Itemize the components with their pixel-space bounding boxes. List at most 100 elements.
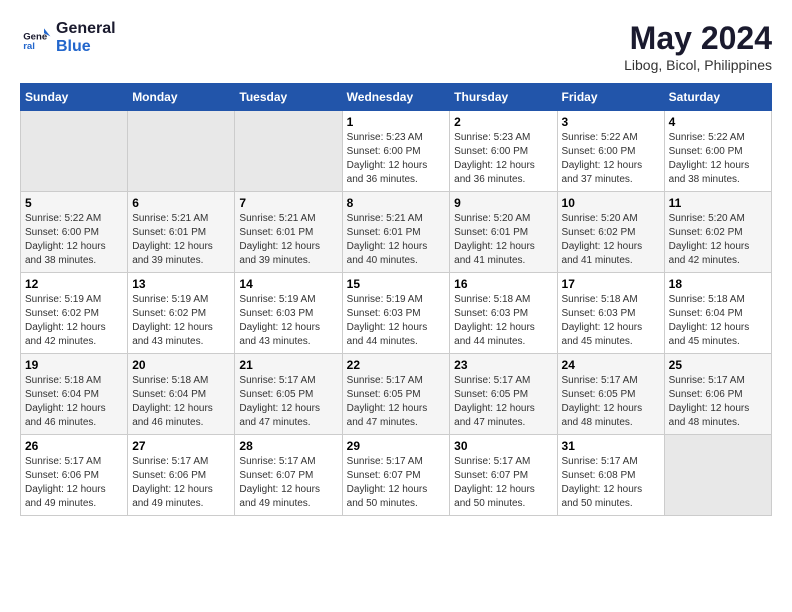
day-number: 25 bbox=[669, 358, 767, 372]
day-cell: 4 Sunrise: 5:22 AMSunset: 6:00 PMDaylight… bbox=[664, 111, 771, 192]
day-cell: 17 Sunrise: 5:18 AMSunset: 6:03 PMDayligh… bbox=[557, 273, 664, 354]
day-cell: 31 Sunrise: 5:17 AMSunset: 6:08 PMDayligh… bbox=[557, 435, 664, 516]
day-number: 20 bbox=[132, 358, 230, 372]
header-cell-tuesday: Tuesday bbox=[235, 84, 342, 111]
day-info: Sunrise: 5:19 AMSunset: 6:03 PMDaylight:… bbox=[239, 293, 337, 349]
header-cell-friday: Friday bbox=[557, 84, 664, 111]
day-cell: 20 Sunrise: 5:18 AMSunset: 6:04 PMDayligh… bbox=[128, 354, 235, 435]
calendar-table: SundayMondayTuesdayWednesdayThursdayFrid… bbox=[20, 83, 772, 516]
day-number: 13 bbox=[132, 277, 230, 291]
day-cell: 23Sunrise: 5:17 AMSunset: 6:05 PMDayligh… bbox=[450, 354, 557, 435]
day-cell: 5 Sunrise: 5:22 AMSunset: 6:00 PMDaylight… bbox=[21, 192, 128, 273]
week-row-0: 1 Sunrise: 5:23 AMSunset: 6:00 PMDaylight… bbox=[21, 111, 772, 192]
day-number: 29 bbox=[347, 439, 446, 453]
header-cell-sunday: Sunday bbox=[21, 84, 128, 111]
day-number: 5 bbox=[25, 196, 123, 210]
day-number: 23 bbox=[454, 358, 552, 372]
day-number: 3 bbox=[562, 115, 660, 129]
day-number: 21 bbox=[239, 358, 337, 372]
day-cell: 11 Sunrise: 5:20 AMSunset: 6:02 PMDayligh… bbox=[664, 192, 771, 273]
day-info: Sunrise: 5:23 AMSunset: 6:00 PMDaylight:… bbox=[347, 131, 446, 187]
title-block: May 2024 Libog, Bicol, Philippines bbox=[624, 20, 772, 73]
day-number: 18 bbox=[669, 277, 767, 291]
day-cell: 14 Sunrise: 5:19 AMSunset: 6:03 PMDayligh… bbox=[235, 273, 342, 354]
day-info: Sunrise: 5:21 AMSunset: 6:01 PMDaylight:… bbox=[239, 212, 337, 268]
day-number: 30 bbox=[454, 439, 552, 453]
day-info: Sunrise: 5:17 AMSunset: 6:08 PMDaylight:… bbox=[562, 455, 660, 511]
svg-text:ral: ral bbox=[23, 41, 35, 52]
day-number: 15 bbox=[347, 277, 446, 291]
day-cell: 22 Sunrise: 5:17 AMSunset: 6:05 PMDayligh… bbox=[342, 354, 450, 435]
calendar-body: 1 Sunrise: 5:23 AMSunset: 6:00 PMDaylight… bbox=[21, 111, 772, 516]
day-info: Sunrise: 5:17 AMSunset: 6:07 PMDaylight:… bbox=[239, 455, 337, 511]
day-cell: 1 Sunrise: 5:23 AMSunset: 6:00 PMDaylight… bbox=[342, 111, 450, 192]
week-row-3: 19 Sunrise: 5:18 AMSunset: 6:04 PMDayligh… bbox=[21, 354, 772, 435]
day-number: 1 bbox=[347, 115, 446, 129]
logo-text: General Blue bbox=[56, 20, 116, 55]
page-subtitle: Libog, Bicol, Philippines bbox=[624, 57, 772, 73]
logo-line2: Blue bbox=[56, 38, 116, 56]
day-cell: 3 Sunrise: 5:22 AMSunset: 6:00 PMDaylight… bbox=[557, 111, 664, 192]
day-info: Sunrise: 5:18 AMSunset: 6:03 PMDaylight:… bbox=[454, 293, 552, 349]
day-number: 11 bbox=[669, 196, 767, 210]
day-info: Sunrise: 5:18 AMSunset: 6:04 PMDaylight:… bbox=[25, 374, 123, 430]
day-number: 31 bbox=[562, 439, 660, 453]
header-cell-saturday: Saturday bbox=[664, 84, 771, 111]
day-info: Sunrise: 5:17 AMSunset: 6:05 PMDaylight:… bbox=[347, 374, 446, 430]
header-cell-thursday: Thursday bbox=[450, 84, 557, 111]
day-info: Sunrise: 5:18 AMSunset: 6:04 PMDaylight:… bbox=[669, 293, 767, 349]
day-number: 16 bbox=[454, 277, 552, 291]
day-info: Sunrise: 5:17 AMSunset: 6:06 PMDaylight:… bbox=[669, 374, 767, 430]
day-cell: 10 Sunrise: 5:20 AMSunset: 6:02 PMDayligh… bbox=[557, 192, 664, 273]
day-info: Sunrise: 5:19 AMSunset: 6:02 PMDaylight:… bbox=[132, 293, 230, 349]
day-number: 4 bbox=[669, 115, 767, 129]
day-number: 17 bbox=[562, 277, 660, 291]
day-info: Sunrise: 5:20 AMSunset: 6:01 PMDaylight:… bbox=[454, 212, 552, 268]
day-cell: 15 Sunrise: 5:19 AMSunset: 6:03 PMDayligh… bbox=[342, 273, 450, 354]
day-number: 14 bbox=[239, 277, 337, 291]
day-info: Sunrise: 5:22 AMSunset: 6:00 PMDaylight:… bbox=[25, 212, 123, 268]
day-info: Sunrise: 5:20 AMSunset: 6:02 PMDaylight:… bbox=[669, 212, 767, 268]
day-cell: 29 Sunrise: 5:17 AMSunset: 6:07 PMDayligh… bbox=[342, 435, 450, 516]
day-cell: 9 Sunrise: 5:20 AMSunset: 6:01 PMDaylight… bbox=[450, 192, 557, 273]
day-info: Sunrise: 5:19 AMSunset: 6:02 PMDaylight:… bbox=[25, 293, 123, 349]
week-row-2: 12 Sunrise: 5:19 AMSunset: 6:02 PMDayligh… bbox=[21, 273, 772, 354]
day-info: Sunrise: 5:17 AMSunset: 6:07 PMDaylight:… bbox=[454, 455, 552, 511]
day-info: Sunrise: 5:17 AMSunset: 6:06 PMDaylight:… bbox=[132, 455, 230, 511]
day-info: Sunrise: 5:18 AMSunset: 6:04 PMDaylight:… bbox=[132, 374, 230, 430]
day-cell: 21 Sunrise: 5:17 AMSunset: 6:05 PMDayligh… bbox=[235, 354, 342, 435]
header-cell-monday: Monday bbox=[128, 84, 235, 111]
day-cell bbox=[235, 111, 342, 192]
day-number: 8 bbox=[347, 196, 446, 210]
day-number: 9 bbox=[454, 196, 552, 210]
day-cell: 24Sunrise: 5:17 AMSunset: 6:05 PMDayligh… bbox=[557, 354, 664, 435]
day-number: 24 bbox=[562, 358, 660, 372]
day-info: Sunrise: 5:20 AMSunset: 6:02 PMDaylight:… bbox=[562, 212, 660, 268]
day-number: 28 bbox=[239, 439, 337, 453]
day-number: 19 bbox=[25, 358, 123, 372]
day-number: 6 bbox=[132, 196, 230, 210]
day-cell: 6Sunrise: 5:21 AMSunset: 6:01 PMDaylight… bbox=[128, 192, 235, 273]
day-number: 22 bbox=[347, 358, 446, 372]
day-info: Sunrise: 5:18 AMSunset: 6:03 PMDaylight:… bbox=[562, 293, 660, 349]
day-number: 2 bbox=[454, 115, 552, 129]
week-row-4: 26 Sunrise: 5:17 AMSunset: 6:06 PMDayligh… bbox=[21, 435, 772, 516]
header: Gene ral General Blue May 2024 Libog, Bi… bbox=[20, 20, 772, 73]
day-info: Sunrise: 5:22 AMSunset: 6:00 PMDaylight:… bbox=[669, 131, 767, 187]
day-cell: 18 Sunrise: 5:18 AMSunset: 6:04 PMDayligh… bbox=[664, 273, 771, 354]
day-info: Sunrise: 5:22 AMSunset: 6:00 PMDaylight:… bbox=[562, 131, 660, 187]
calendar-header: SundayMondayTuesdayWednesdayThursdayFrid… bbox=[21, 84, 772, 111]
page-title: May 2024 bbox=[624, 20, 772, 57]
logo-line1: General bbox=[56, 20, 116, 38]
day-cell: 27Sunrise: 5:17 AMSunset: 6:06 PMDayligh… bbox=[128, 435, 235, 516]
day-number: 26 bbox=[25, 439, 123, 453]
day-number: 10 bbox=[562, 196, 660, 210]
day-cell: 26Sunrise: 5:17 AMSunset: 6:06 PMDayligh… bbox=[21, 435, 128, 516]
day-cell: 19 Sunrise: 5:18 AMSunset: 6:04 PMDayligh… bbox=[21, 354, 128, 435]
day-cell: 30 Sunrise: 5:17 AMSunset: 6:07 PMDayligh… bbox=[450, 435, 557, 516]
day-info: Sunrise: 5:19 AMSunset: 6:03 PMDaylight:… bbox=[347, 293, 446, 349]
day-info: Sunrise: 5:17 AMSunset: 6:07 PMDaylight:… bbox=[347, 455, 446, 511]
day-number: 12 bbox=[25, 277, 123, 291]
header-cell-wednesday: Wednesday bbox=[342, 84, 450, 111]
day-info: Sunrise: 5:17 AMSunset: 6:05 PMDaylight:… bbox=[239, 374, 337, 430]
